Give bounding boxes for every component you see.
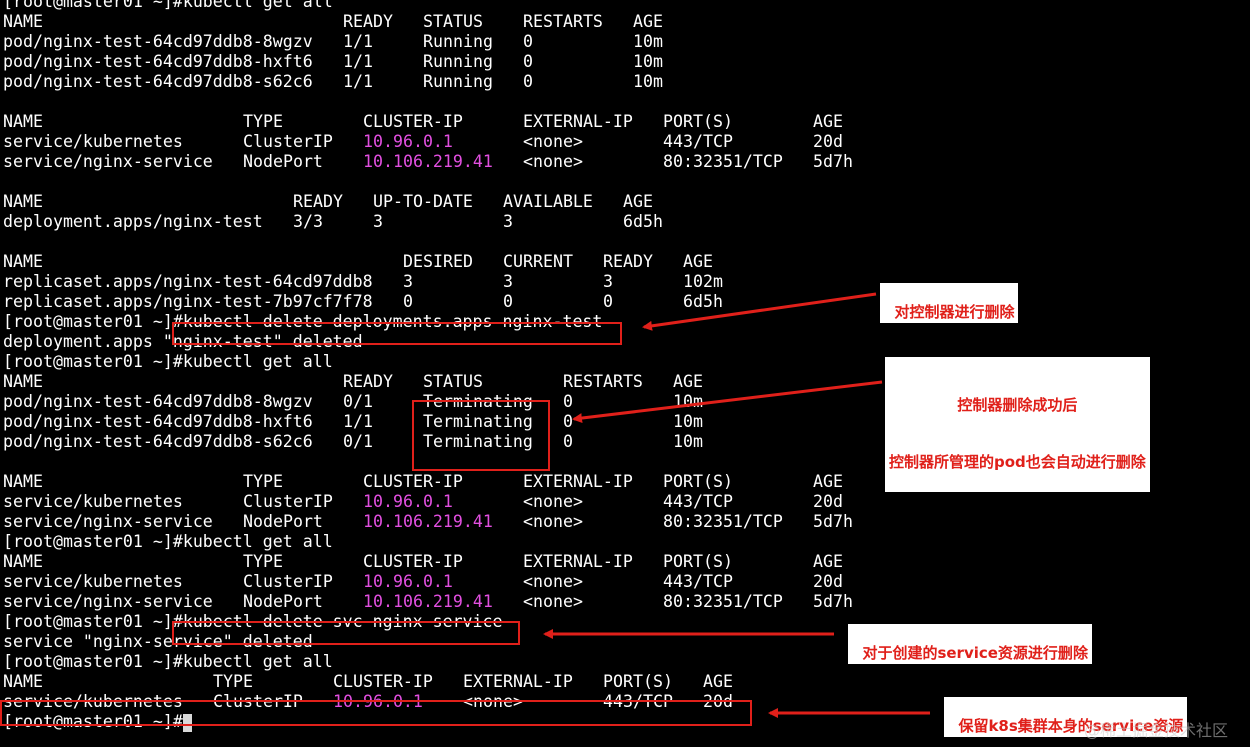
arrow-to-delete-deployment <box>642 292 877 331</box>
annotation-controller-deleted: 控制器删除成功后 控制器所管理的pod也会自动进行删除 <box>885 357 1150 492</box>
annotation-delete-service: 对于创建的service资源进行删除 <box>848 624 1092 664</box>
annotation-delete-controller: 对控制器进行删除 <box>880 283 1019 323</box>
watermark: @稀土掘金技术社区 <box>1083 721 1228 740</box>
arrow-to-terminating <box>572 380 883 424</box>
